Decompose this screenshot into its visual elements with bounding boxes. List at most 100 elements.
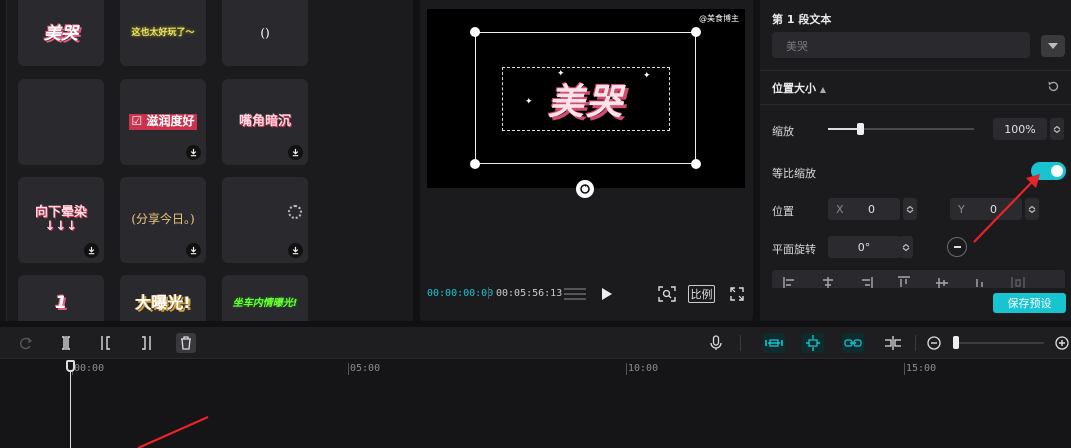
text-template-tile[interactable]: 1 [18,275,104,321]
chevron-down-icon [1048,43,1058,49]
auto-snap-icon[interactable] [802,333,824,353]
text-template-tile[interactable]: 坐车内情曝光! [222,275,308,321]
playhead-handle[interactable] [66,360,75,372]
redo-icon[interactable] [16,333,36,353]
resize-handle-top-right[interactable] [691,27,701,37]
video-text: 美哭 [547,82,624,123]
position-y-field[interactable]: Y 0 [950,198,1022,220]
toolbar-separator [915,335,916,351]
scale-slider-knob[interactable] [857,123,865,135]
player-controls: 00:00:00:00 00:05:56:13 比例 [420,282,753,308]
template-preview-text: (分享今日。) [131,212,195,227]
position-x-stepper[interactable] [903,198,917,220]
template-preview-text: 大曝光! [135,293,191,313]
reset-icon[interactable] [1047,80,1060,96]
segment-dropdown-button[interactable] [1041,35,1065,57]
time-ruler[interactable]: 00:00 05:00 10:00 15:00 [0,360,1071,378]
linkage-icon[interactable] [842,333,864,353]
watermark: @美食博主 [699,14,739,23]
divider [760,104,1071,105]
playhead[interactable] [70,368,71,448]
segment-title: 第 1 段文本 [772,13,832,26]
main-track-magnet-icon[interactable] [763,333,785,353]
lock-ratio-label: 等比缩放 [772,167,816,180]
ruler-tick [626,363,627,375]
resize-handle-bottom-right[interactable] [691,159,701,169]
position-size-title[interactable]: 位置大小 ▲ [772,80,826,96]
split-icon[interactable] [56,333,76,353]
trim-right-icon[interactable] [136,333,156,353]
trash-icon [181,336,191,350]
text-template-tile[interactable]: ☑ 滋润度好 [120,79,206,165]
lock-ratio-toggle[interactable] [1031,162,1066,180]
rotation-label: 平面旋转 [772,243,816,256]
text-template-tile[interactable] [222,177,308,263]
segment-text-field[interactable]: 美哭 [772,32,1030,58]
dial-indicator [953,246,961,248]
resize-handle-top-left[interactable] [470,27,480,37]
position-x-field[interactable]: X 0 [828,198,900,220]
text-template-tile[interactable]: (分享今日。) [120,177,206,263]
download-icon[interactable] [288,145,303,160]
text-template-tile[interactable]: 美哭 [18,0,104,66]
sparkle-icon: ✦ [557,69,565,79]
play-button[interactable] [598,284,616,304]
microphone-icon[interactable] [706,333,726,353]
scale-slider[interactable] [828,123,974,135]
rotation-stepper[interactable] [899,236,913,258]
collapse-caret-icon: ▲ [819,85,826,94]
y-axis-label: Y [958,202,965,216]
timeline-area[interactable]: 00:00 05:00 10:00 15:00 [0,360,1071,448]
download-icon[interactable] [186,145,201,160]
sparkle-icon: ✦ [525,97,533,107]
download-icon[interactable] [84,243,99,258]
zoom-slider[interactable] [956,342,1044,344]
template-preview-text: 美哭 [44,23,78,44]
download-icon[interactable] [186,243,201,258]
text-template-tile[interactable]: 向下晕染 ↓↓↓ [18,177,104,263]
ruler-label: 00:00 [74,363,105,374]
zoom-in-icon[interactable] [1052,333,1071,353]
rotation-field[interactable]: 0° [828,236,900,258]
template-preview-text: 坐车内情曝光! [232,297,298,309]
scale-slider-fill [828,128,861,130]
preview-axis-icon[interactable] [882,333,904,353]
properties-footer: 保存预设 [760,288,1071,321]
fullscreen-icon[interactable] [728,284,746,304]
download-icon[interactable] [288,243,303,258]
ruler-tick [904,363,905,375]
trim-left-icon[interactable] [96,333,116,353]
text-template-tile[interactable]: 嘴角暗沉 [222,79,308,165]
ruler-label: 15:00 [906,363,937,374]
template-preview-text: ☑ 滋润度好 [128,114,198,130]
text-template-tile[interactable] [18,79,104,165]
loading-spinner-icon [288,205,302,219]
properties-panel: 第 1 段文本 美哭 位置大小 ▲ 缩放 100% 等比缩放 位置 X 0 Y … [760,0,1071,321]
video-canvas[interactable]: @美食博主 美哭 ✦ ✦ ✦ [427,9,745,188]
delete-button[interactable] [176,333,196,353]
sparkle-icon: ✦ [643,71,651,81]
position-y-stepper[interactable] [1025,198,1039,220]
fit-screen-icon[interactable] [656,284,678,304]
x-axis-label: X [836,202,844,216]
scale-value: 100% [1004,122,1036,136]
text-template-panel: 美哭 这也太好玩了～ () ☑ 滋润度好 嘴角暗沉向下晕染 ↓↓↓ (分享今日。) 1 大曝光… [0,0,413,321]
zoom-out-icon[interactable] [924,333,944,353]
save-preset-button[interactable]: 保存预设 [993,293,1066,313]
ratio-button[interactable]: 比例 [688,285,715,303]
resize-handle-bottom-left[interactable] [470,159,480,169]
scale-label: 缩放 [772,125,794,138]
scale-stepper[interactable] [1050,118,1064,140]
waveform-icon[interactable] [563,284,587,304]
timeline-toolbar [0,327,1071,359]
text-template-tile[interactable]: 这也太好玩了～ [120,0,206,66]
rotate-handle-icon[interactable] [576,180,594,198]
position-label: 位置 [772,205,794,218]
scale-value-field[interactable]: 100% [993,118,1047,140]
rotation-dial[interactable] [947,237,967,257]
text-template-tile[interactable]: 大曝光! [120,275,206,321]
template-preview-text: 向下晕染 ↓↓↓ [34,204,87,234]
zoom-slider-knob[interactable] [953,336,959,349]
text-template-tile[interactable]: () [222,0,308,66]
ruler-label: 10:00 [628,363,659,374]
